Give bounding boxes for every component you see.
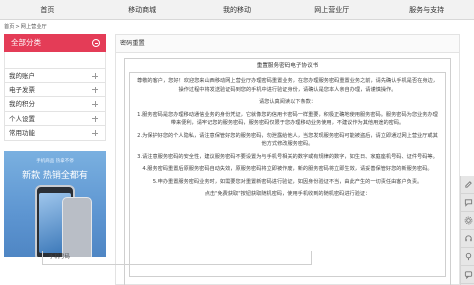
phone-back-image xyxy=(62,196,92,257)
category-header-label: 全部分类 xyxy=(11,38,41,47)
agreement-clause-1: 1.服务密码是您办理移动通信业务的身份凭证，它就像您的信用卡密码一样重要，积极正… xyxy=(137,111,438,127)
agreement-text-box[interactable]: 尊敬的客户，您好！欢迎您来山西移动网上营业厅办理密码重置业务，在您办理服务密码重… xyxy=(129,72,446,277)
sidebar-item-invoice[interactable]: 电子发票 xyxy=(4,82,106,97)
captcha-notice: 点击"免费获取"按钮获取随机密码，使用手机收到的随机密码进行验证： xyxy=(204,191,371,197)
expand-icon xyxy=(92,73,98,79)
sidebar-spacer xyxy=(4,52,106,68)
sidebar-item-points[interactable]: 我的积分 xyxy=(4,97,106,112)
breadcrumb-current[interactable]: 网上营业厅 xyxy=(21,24,47,30)
agreement-clause-3: 3.请注意服务密码的安全性，建议服务密码不要设置为与手机号相关的数字或有规律的数… xyxy=(137,153,438,160)
expand-icon xyxy=(92,115,98,122)
agreement-clause-2: 2.为保护好您的个人隐私，请注意保管好您的服务密码，勿泄露给他人，当您发现服务密… xyxy=(137,132,438,148)
nav-online-hall[interactable]: 网上营业厅 xyxy=(284,0,379,19)
breadcrumb-home[interactable]: 首页 xyxy=(4,24,14,30)
phone-input-label: 手机号码 xyxy=(49,254,70,260)
sidebar-item-label: 电子发票 xyxy=(9,85,35,94)
nav-mall[interactable]: 移动商城 xyxy=(95,0,190,19)
pin-icon[interactable] xyxy=(461,248,474,266)
sidebar-item-label: 常用功能 xyxy=(9,129,35,137)
sidebar-item-account[interactable]: 我的账户 xyxy=(4,68,106,83)
sidebar-item-label: 个人设置 xyxy=(9,114,35,123)
agreement-intro: 尊敬的客户，您好！欢迎您来山西移动网上营业厅办理密码重置业务，在您办理服务密码重… xyxy=(137,78,438,93)
agreement-clause-4: 4.服务密码重置后原服务密码自动失效，原服务密码将立即被作废，新的服务密码将立即… xyxy=(142,166,433,172)
breadcrumb-separator: > xyxy=(15,24,20,30)
expand-icon xyxy=(92,101,98,107)
sidebar: 全部分类 我的账户 电子发票 我的积分 个人设置 常用功能 手机商品 热拿不停 … xyxy=(4,34,106,285)
promo-big-text: 新款 热销全都有 xyxy=(22,170,88,181)
promo-small-text: 手机商品 热拿不停 xyxy=(36,158,74,164)
expand-icon xyxy=(92,130,98,136)
nav-home[interactable]: 首页 xyxy=(0,0,95,19)
nav-support[interactable]: 服务与支持 xyxy=(379,0,474,19)
expand-icon xyxy=(92,86,98,93)
nav-my-mobile[interactable]: 我的移动 xyxy=(190,0,285,19)
breadcrumb: 首页>网上营业厅 xyxy=(4,22,47,32)
section-title: 密码重置 xyxy=(116,35,459,53)
category-header[interactable]: 全部分类 xyxy=(4,34,106,52)
sidebar-item-label: 我的账户 xyxy=(9,72,35,80)
sidebar-item-common[interactable]: 常用功能 xyxy=(4,126,106,141)
edit-icon[interactable] xyxy=(461,176,474,194)
gear-icon[interactable] xyxy=(461,212,474,230)
chat-icon[interactable] xyxy=(461,194,474,212)
agreement-read-notice: 请您认真阅读以下条款： xyxy=(258,99,317,105)
promo-banner[interactable]: 手机商品 热拿不停 新款 热销全都有 xyxy=(4,150,106,257)
sidebar-item-settings[interactable]: 个人设置 xyxy=(4,111,106,126)
comment-icon[interactable] xyxy=(461,266,474,284)
headset-icon[interactable] xyxy=(461,230,474,248)
floating-toolbar xyxy=(460,176,474,285)
top-nav: 首页 移动商城 我的移动 网上营业厅 服务与支持 xyxy=(0,0,474,20)
sidebar-item-label: 我的积分 xyxy=(9,100,35,108)
collapse-icon[interactable] xyxy=(92,39,100,47)
main-content: 密码重置 重置服务密码电子协议书 尊敬的客户，您好！欢迎您来山西移动网上营业厅办… xyxy=(115,34,460,285)
phone-input-row[interactable]: 手机号码 xyxy=(42,251,312,265)
agreement-clause-5: 5.申办重置服务密码业务时，如需要您对重置新密码进行验证，如因身份验证不当，由此… xyxy=(152,178,423,185)
agreement-title: 重置服务密码电子协议书 xyxy=(256,63,319,69)
